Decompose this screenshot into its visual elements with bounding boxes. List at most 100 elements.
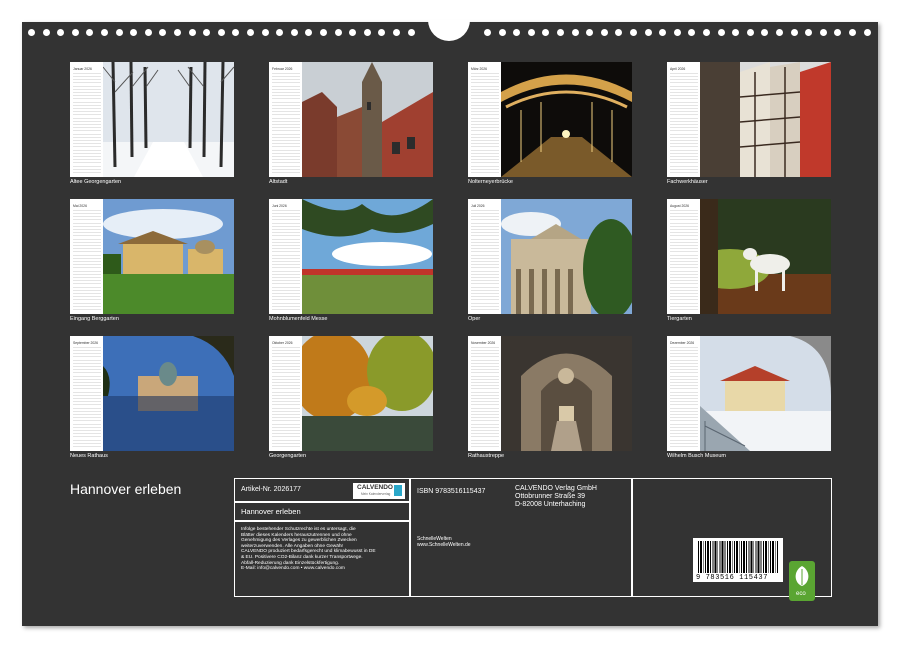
divider: [409, 479, 411, 596]
month-label: Februar 2026: [272, 67, 292, 71]
eco-label: eco: [796, 591, 806, 597]
calendar-back-sheet: Januar 2026 Altee Georgengarten Februar …: [22, 22, 878, 626]
logo-mark-icon: [394, 485, 402, 496]
photo-caption: Altee Georgengarten: [70, 179, 121, 185]
binding-hole: [57, 29, 64, 36]
binding-hole: [72, 29, 79, 36]
month-label: Oktober 2026: [272, 341, 293, 345]
publisher-line: D-82008 Unterhaching: [515, 501, 585, 508]
isbn: ISBN 9783516115437: [417, 488, 485, 495]
day-lines: [471, 73, 499, 173]
month-label: Mai 2026: [73, 204, 87, 208]
binding-hole: [542, 29, 549, 36]
month-photo: [501, 62, 632, 177]
binding-hole: [130, 29, 137, 36]
month-thumbnail: November 2026 Rathaustreppe: [468, 336, 632, 451]
month-page: Januar 2026: [70, 62, 234, 177]
calendar-strip: Juni 2026: [269, 199, 302, 314]
article-number: Artikel-Nr. 2026177: [241, 486, 301, 493]
month-thumbnail: März 2026 Nolterneyerbrücke: [468, 62, 632, 177]
binding-hole: [335, 29, 342, 36]
calendar-strip: Januar 2026: [70, 62, 103, 177]
binding-hole: [218, 29, 225, 36]
month-label: September 2026: [73, 341, 98, 345]
binding-hole: [674, 29, 681, 36]
binding-hole: [528, 29, 535, 36]
binding-hole: [805, 29, 812, 36]
month-page: August 2026: [667, 199, 831, 314]
legal-line: Blätter dieses Kalenders herauszutrennen…: [241, 533, 352, 538]
month-page: Mai 2026: [70, 199, 234, 314]
month-page: März 2026: [468, 62, 632, 177]
month-photo: [700, 199, 831, 314]
binding-hole: [203, 29, 210, 36]
binding-hole: [349, 29, 356, 36]
binding-hole: [864, 29, 871, 36]
day-lines: [670, 210, 698, 310]
month-page: Oktober 2026: [269, 336, 433, 451]
binding-holes: [22, 22, 878, 44]
day-lines: [471, 210, 499, 310]
month-photo: [501, 336, 632, 451]
legal-line: Abfall-Reduzierung dank Einzelstückferti…: [241, 561, 339, 566]
binding-hole: [791, 29, 798, 36]
photo-caption: Altstadt: [269, 179, 287, 185]
calendar-strip: Oktober 2026: [269, 336, 302, 451]
photo-caption: Fachwerkhäuser: [667, 179, 708, 185]
binding-hole: [849, 29, 856, 36]
photo-caption: Eingang Berggarten: [70, 316, 119, 322]
photo-caption: Wilhelm Busch Museum: [667, 453, 726, 459]
barcode-number: 9 783516 115437: [696, 574, 768, 582]
calendar-strip: März 2026: [468, 62, 501, 177]
month-label: Juli 2026: [471, 204, 485, 208]
month-label: November 2026: [471, 341, 495, 345]
info-box: Artikel-Nr. 2026177 CALVENDO Mein Kalend…: [234, 478, 832, 597]
binding-hole: [262, 29, 269, 36]
divider: [631, 479, 633, 596]
binding-hole: [586, 29, 593, 36]
hanger-notch: [428, 20, 470, 41]
binding-hole: [159, 29, 166, 36]
month-page: Februar 2026: [269, 62, 433, 177]
calendar-strip: Februar 2026: [269, 62, 302, 177]
binding-hole: [247, 29, 254, 36]
month-label: März 2026: [471, 67, 487, 71]
month-photo: [501, 199, 632, 314]
binding-hole: [659, 29, 666, 36]
month-photo: [103, 336, 234, 451]
binding-hole: [86, 29, 93, 36]
calendar-strip: November 2026: [468, 336, 501, 451]
month-photo: [302, 62, 433, 177]
binding-hole: [408, 29, 415, 36]
month-page: November 2026: [468, 336, 632, 451]
legal-line: Genehmigung des Verlages zu gewerblichen…: [241, 538, 357, 543]
month-thumbnail: April 2026 Fachwerkhäuser: [667, 62, 831, 177]
month-thumbnail: Januar 2026 Altee Georgengarten: [70, 62, 234, 177]
month-page: Juni 2026: [269, 199, 433, 314]
legal-line: CALVENDO produziert bedarfsgerecht und k…: [241, 549, 376, 554]
calendar-strip: September 2026: [70, 336, 103, 451]
month-label: August 2026: [670, 204, 689, 208]
calendar-strip: August 2026: [667, 199, 700, 314]
month-thumbnail: Oktober 2026 Georgengarten: [269, 336, 433, 451]
binding-hole: [688, 29, 695, 36]
day-lines: [73, 210, 101, 310]
binding-hole: [484, 29, 491, 36]
day-lines: [272, 73, 300, 173]
calendar-strip: April 2026: [667, 62, 700, 177]
binding-hole: [364, 29, 371, 36]
month-page: Dezember 2026: [667, 336, 831, 451]
product-name: Hannover erleben: [241, 507, 301, 516]
binding-hole: [276, 29, 283, 36]
calendar-strip: Juli 2026: [468, 199, 501, 314]
month-label: April 2026: [670, 67, 685, 71]
binding-hole: [776, 29, 783, 36]
month-thumbnail: September 2026 Neues Rathaus: [70, 336, 234, 451]
binding-hole: [601, 29, 608, 36]
calendar-strip: Mai 2026: [70, 199, 103, 314]
binding-hole: [834, 29, 841, 36]
binding-hole: [645, 29, 652, 36]
photo-caption: Neues Rathaus: [70, 453, 108, 459]
month-label: Dezember 2026: [670, 341, 694, 345]
legal-line: & EU. Positivere CO2-Bilanz dank kurzer …: [241, 555, 363, 560]
